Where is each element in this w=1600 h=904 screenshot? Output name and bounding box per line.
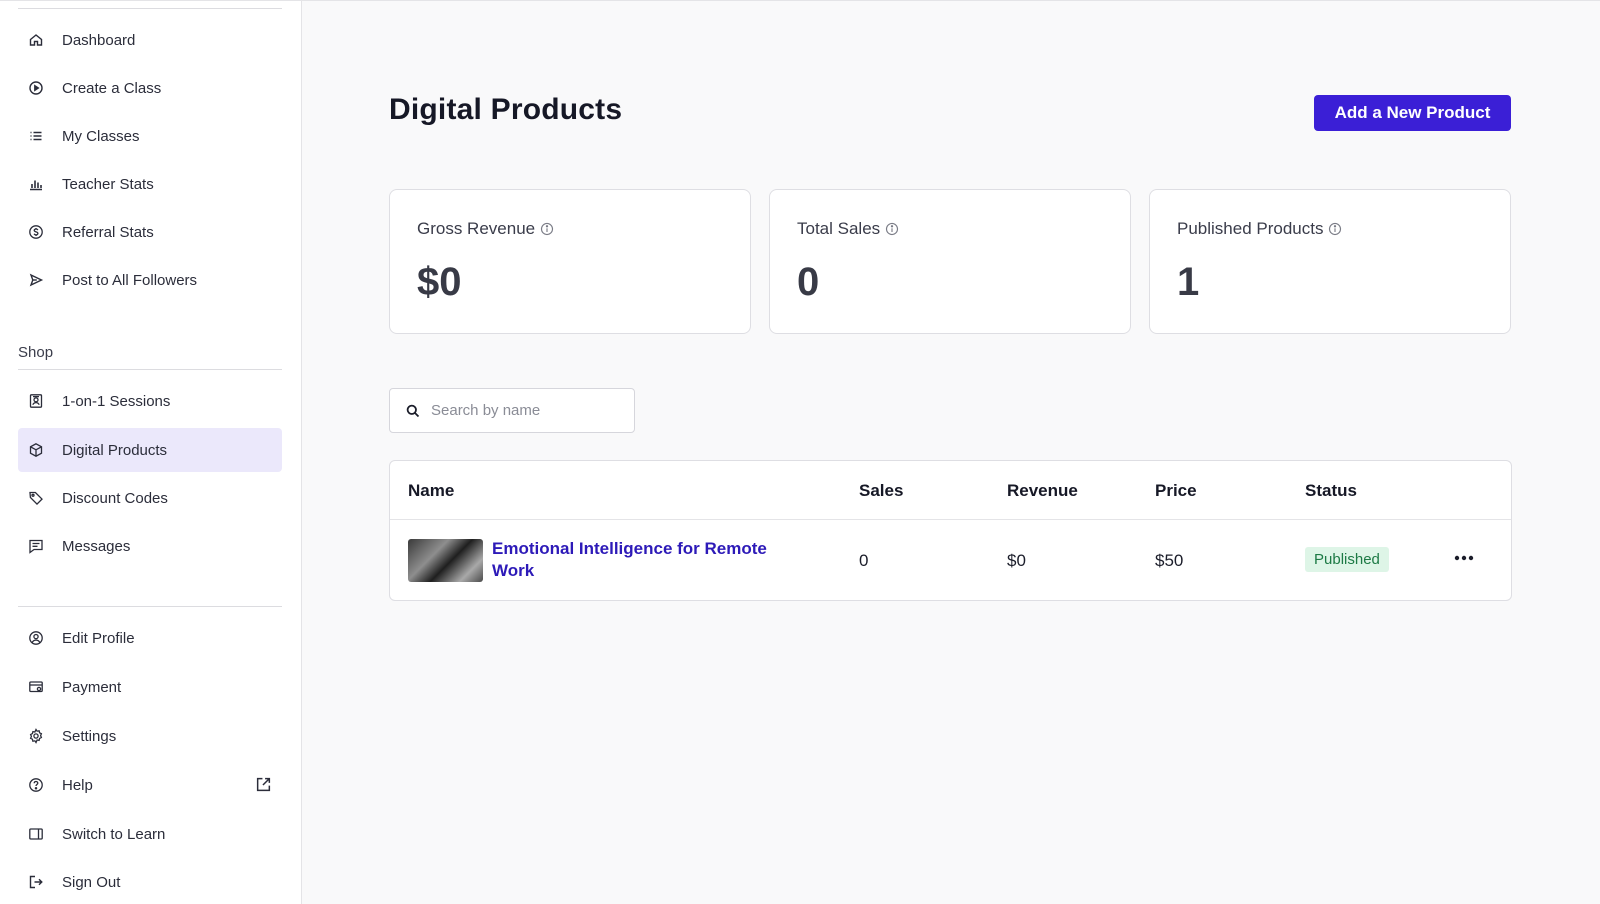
stat-card-published-products: Published Products 1 <box>1149 189 1511 334</box>
stat-value: $0 <box>417 260 462 304</box>
shop-section-title: Shop <box>18 344 54 361</box>
stat-card-total-sales: Total Sales 0 <box>769 189 1131 334</box>
play-circle-icon <box>27 79 45 97</box>
sidebar-item-sign-out[interactable]: Sign Out <box>18 860 282 904</box>
product-price: $50 <box>1155 551 1184 570</box>
sidebar-item-settings[interactable]: Settings <box>18 714 282 758</box>
stat-value: 1 <box>1177 260 1200 304</box>
message-icon <box>27 537 45 555</box>
sidebar-item-label: Referral Stats <box>62 223 154 241</box>
column-header-revenue[interactable]: Revenue <box>1007 481 1078 501</box>
column-header-status[interactable]: Status <box>1305 481 1357 501</box>
sidebar-item-referral-stats[interactable]: Referral Stats <box>18 210 282 254</box>
info-icon[interactable] <box>540 222 554 236</box>
tag-icon <box>27 489 45 507</box>
column-header-name[interactable]: Name <box>408 481 454 501</box>
product-thumbnail[interactable] <box>408 539 483 582</box>
stat-label: Published Products <box>1177 219 1324 238</box>
stat-value: 0 <box>797 260 820 304</box>
column-header-price[interactable]: Price <box>1155 481 1197 501</box>
switch-icon <box>27 825 45 843</box>
person-badge-icon <box>27 392 45 410</box>
search-input[interactable] <box>431 402 621 419</box>
list-icon <box>27 127 45 145</box>
sidebar-item-label: Messages <box>62 537 131 555</box>
sidebar-item-label: Settings <box>62 727 117 745</box>
table-header-divider <box>390 519 1511 520</box>
sidebar-item-help[interactable]: Help <box>18 763 282 807</box>
sidebar-item-label: Help <box>62 776 93 794</box>
info-icon[interactable] <box>885 222 899 236</box>
sidebar-item-label: Edit Profile <box>62 629 135 647</box>
bar-chart-icon <box>27 175 45 193</box>
search-box <box>389 388 635 433</box>
more-dots-icon <box>1454 555 1474 561</box>
sidebar-item-sessions[interactable]: 1-on-1 Sessions <box>18 379 282 423</box>
stat-card-gross-revenue: Gross Revenue $0 <box>389 189 751 334</box>
sidebar-item-digital-products[interactable]: Digital Products <box>18 428 282 472</box>
sidebar-item-label: Switch to Learn <box>62 825 166 843</box>
sidebar-item-post-followers[interactable]: Post to All Followers <box>18 258 282 302</box>
sidebar-item-switch-learn[interactable]: Switch to Learn <box>18 812 282 856</box>
sidebar-item-label: Discount Codes <box>62 489 168 507</box>
main-content: Digital Products Add a New Product Gross… <box>302 1 1600 904</box>
gear-icon <box>27 727 45 745</box>
sidebar-item-dashboard[interactable]: Dashboard <box>18 18 282 62</box>
shop-section-divider <box>18 369 282 370</box>
sidebar-item-label: 1-on-1 Sessions <box>62 392 171 410</box>
search-icon <box>406 404 420 417</box>
user-circle-icon <box>27 629 45 647</box>
home-icon <box>27 31 45 49</box>
dollar-circle-icon <box>27 223 45 241</box>
sidebar-item-edit-profile[interactable]: Edit Profile <box>18 616 282 660</box>
sidebar-item-discount-codes[interactable]: Discount Codes <box>18 476 282 520</box>
product-name-link[interactable]: Emotional Intelligence for Remote Work <box>492 538 802 582</box>
card-icon <box>27 678 45 696</box>
info-icon[interactable] <box>1328 222 1342 236</box>
external-link-icon <box>256 777 271 792</box>
sidebar-item-create-class[interactable]: Create a Class <box>18 66 282 110</box>
products-table: Name Sales Revenue Price Status Emotiona… <box>389 460 1512 601</box>
sidebar-item-messages[interactable]: Messages <box>18 524 282 568</box>
send-icon <box>27 271 45 289</box>
sidebar-item-my-classes[interactable]: My Classes <box>18 114 282 158</box>
sidebar-item-teacher-stats[interactable]: Teacher Stats <box>18 162 282 206</box>
sidebar-item-payment[interactable]: Payment <box>18 665 282 709</box>
page-title: Digital Products <box>389 93 623 126</box>
sidebar-item-label: Create a Class <box>62 79 162 97</box>
more-options-button[interactable] <box>1450 544 1478 572</box>
cube-icon <box>27 441 45 459</box>
sidebar-item-label: Sign Out <box>62 873 121 891</box>
column-header-sales[interactable]: Sales <box>859 481 903 501</box>
bottom-section-divider <box>18 606 282 607</box>
sidebar-item-label: Dashboard <box>62 31 136 49</box>
sidebar-item-label: Digital Products <box>62 441 168 459</box>
add-product-button[interactable]: Add a New Product <box>1314 95 1511 131</box>
sidebar-item-label: Post to All Followers <box>62 271 198 289</box>
app-root: Dashboard Create a Class My Classes Teac… <box>0 0 1600 904</box>
sign-out-icon <box>27 873 45 891</box>
help-circle-icon <box>27 776 45 794</box>
sidebar-item-label: Teacher Stats <box>62 175 154 193</box>
sidebar: Dashboard Create a Class My Classes Teac… <box>0 1 302 904</box>
status-badge: Published <box>1305 547 1389 572</box>
product-revenue: $0 <box>1007 551 1026 570</box>
sidebar-top-divider <box>18 8 282 9</box>
sidebar-item-label: My Classes <box>62 127 140 145</box>
sidebar-item-label: Payment <box>62 678 122 696</box>
stat-label: Total Sales <box>797 219 881 238</box>
stat-label: Gross Revenue <box>417 219 536 238</box>
product-sales: 0 <box>859 551 869 570</box>
